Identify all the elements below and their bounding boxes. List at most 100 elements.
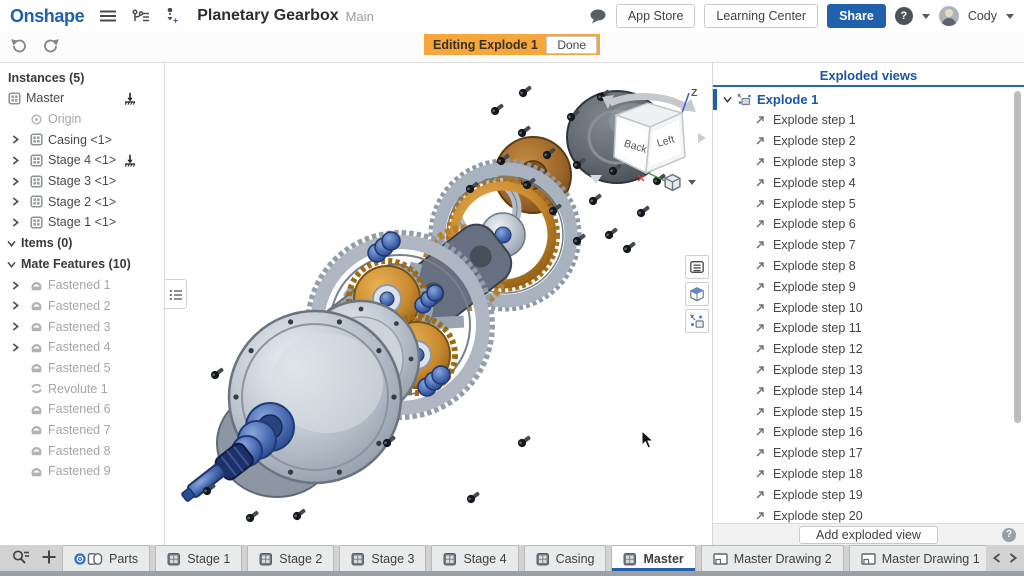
versions-icon[interactable]: [132, 9, 149, 23]
onshape-logo[interactable]: Onshape: [10, 6, 84, 27]
tab-label: Casing: [556, 552, 595, 566]
manage-tabs-icon[interactable]: [12, 549, 30, 567]
expand-chevron-icon[interactable]: [12, 135, 19, 144]
collapse-chevron-icon[interactable]: [7, 240, 16, 247]
mate-row[interactable]: Fastened 9: [0, 461, 164, 482]
collapse-chevron-icon[interactable]: [7, 261, 16, 268]
panel-help-icon[interactable]: ?: [1002, 528, 1016, 542]
add-exploded-view-button[interactable]: Add exploded view: [799, 526, 938, 544]
document-tab[interactable]: Master Drawing 1: [849, 545, 986, 571]
explode-step-item[interactable]: Explode step 9: [713, 276, 1024, 297]
document-tab[interactable]: Master: [611, 545, 695, 571]
expand-chevron-icon[interactable]: [12, 301, 19, 310]
explode-step-item[interactable]: Explode step 7: [713, 235, 1024, 256]
instance-row[interactable]: Stage 4 <1>: [0, 150, 164, 171]
appearance-panel-button[interactable]: [685, 282, 709, 306]
avatar[interactable]: [939, 6, 959, 26]
undo-button[interactable]: [10, 38, 27, 56]
mate-row[interactable]: Fastened 2: [0, 296, 164, 317]
explode-step-item[interactable]: Explode step 19: [713, 484, 1024, 505]
explode-step-item[interactable]: Explode step 16: [713, 422, 1024, 443]
expand-chevron-icon[interactable]: [12, 281, 19, 290]
explode-root-item[interactable]: Explode 1: [713, 89, 1024, 110]
explode-step-item[interactable]: Explode step 17: [713, 443, 1024, 464]
hamburger-menu-icon[interactable]: [100, 10, 116, 22]
svg-text:+: +: [173, 16, 178, 25]
comment-icon[interactable]: [589, 9, 607, 24]
document-tab[interactable]: Master Drawing 2: [701, 545, 844, 571]
view-options-caret-icon[interactable]: [688, 180, 696, 185]
instance-row[interactable]: Master: [0, 88, 164, 109]
explode-step-item[interactable]: Explode step 12: [713, 339, 1024, 360]
drawing-tab-icon: [861, 552, 876, 566]
instance-row[interactable]: Stage 3 <1>: [0, 171, 164, 192]
help-caret-icon[interactable]: [922, 14, 930, 19]
mate-row[interactable]: Fastened 8: [0, 440, 164, 461]
instance-row[interactable]: Stage 1 <1>: [0, 212, 164, 233]
expand-chevron-icon[interactable]: [12, 218, 19, 227]
document-tab[interactable]: Stage 4: [431, 545, 518, 571]
explode-step-item[interactable]: Explode step 11: [713, 318, 1024, 339]
app-store-button[interactable]: App Store: [616, 4, 696, 28]
mate-features-header[interactable]: Mate Features (10): [0, 254, 164, 275]
instances-header[interactable]: Instances (5): [0, 67, 164, 88]
add-tab-button[interactable]: [42, 550, 56, 567]
explode-step-item[interactable]: Explode step 13: [713, 360, 1024, 381]
parts-tab-icon: [74, 552, 103, 566]
mate-row[interactable]: Fastened 3: [0, 316, 164, 337]
mate-row[interactable]: Fastened 7: [0, 420, 164, 441]
explode-step-item[interactable]: Explode step 4: [713, 172, 1024, 193]
learning-center-button[interactable]: Learning Center: [704, 4, 818, 28]
mate-row[interactable]: Fastened 6: [0, 399, 164, 420]
panel-scrollbar[interactable]: [1014, 91, 1021, 423]
expand-chevron-icon[interactable]: [12, 156, 19, 165]
expand-chevron-icon[interactable]: [12, 343, 19, 352]
mate-row[interactable]: Fastened 5: [0, 358, 164, 379]
feature-list-toggle-button[interactable]: [685, 255, 709, 279]
scroll-tabs-right-icon[interactable]: [1009, 552, 1017, 564]
explode-step-item[interactable]: Explode step 6: [713, 214, 1024, 235]
items-header[interactable]: Items (0): [0, 233, 164, 254]
insert-follow-icon[interactable]: +: [165, 8, 179, 24]
document-tab[interactable]: Casing: [524, 545, 607, 571]
view-options-button[interactable]: [663, 173, 696, 192]
mate-row[interactable]: Fastened 4: [0, 337, 164, 358]
collapse-chevron-icon[interactable]: [723, 96, 732, 103]
explode-step-item[interactable]: Explode step 10: [713, 297, 1024, 318]
explode-step-item[interactable]: Explode step 18: [713, 464, 1024, 485]
instance-row[interactable]: Stage 2 <1>: [0, 191, 164, 212]
mate-row[interactable]: Revolute 1: [0, 378, 164, 399]
user-menu[interactable]: Cody: [968, 9, 997, 23]
redo-button[interactable]: [43, 38, 60, 56]
explode-step-item[interactable]: Explode step 20: [713, 505, 1024, 523]
scroll-tabs-left-icon[interactable]: [993, 552, 1001, 564]
document-tab[interactable]: Stage 1: [155, 545, 242, 571]
document-tab[interactable]: Stage 2: [247, 545, 334, 571]
explode-step-label: Explode step 5: [773, 197, 856, 211]
instance-row[interactable]: Casing <1>: [0, 129, 164, 150]
help-icon[interactable]: ?: [895, 7, 913, 25]
user-caret-icon[interactable]: [1006, 14, 1014, 19]
chevron-slot: [12, 301, 25, 310]
exploded-views-panel-button[interactable]: [685, 309, 709, 333]
explode-step-item[interactable]: Explode step 2: [713, 131, 1024, 152]
workspace-label[interactable]: Main: [346, 9, 374, 24]
graphics-area[interactable]: Z Back Left: [165, 63, 712, 545]
explode-step-item[interactable]: Explode step 1: [713, 110, 1024, 131]
explode-step-item[interactable]: Explode step 8: [713, 256, 1024, 277]
document-tab[interactable]: Stage 3: [339, 545, 426, 571]
explode-step-item[interactable]: Explode step 3: [713, 152, 1024, 173]
instance-row[interactable]: Origin: [0, 109, 164, 130]
share-button[interactable]: Share: [827, 4, 886, 28]
tree-panel-handle[interactable]: [165, 279, 187, 309]
fastened-mate-icon: [30, 299, 43, 312]
document-tab[interactable]: Parts: [62, 545, 150, 571]
explode-step-item[interactable]: Explode step 5: [713, 193, 1024, 214]
expand-chevron-icon[interactable]: [12, 177, 19, 186]
expand-chevron-icon[interactable]: [12, 197, 19, 206]
explode-step-item[interactable]: Explode step 15: [713, 401, 1024, 422]
expand-chevron-icon[interactable]: [12, 322, 19, 331]
done-button[interactable]: Done: [546, 36, 597, 54]
explode-step-item[interactable]: Explode step 14: [713, 380, 1024, 401]
mate-row[interactable]: Fastened 1: [0, 275, 164, 296]
